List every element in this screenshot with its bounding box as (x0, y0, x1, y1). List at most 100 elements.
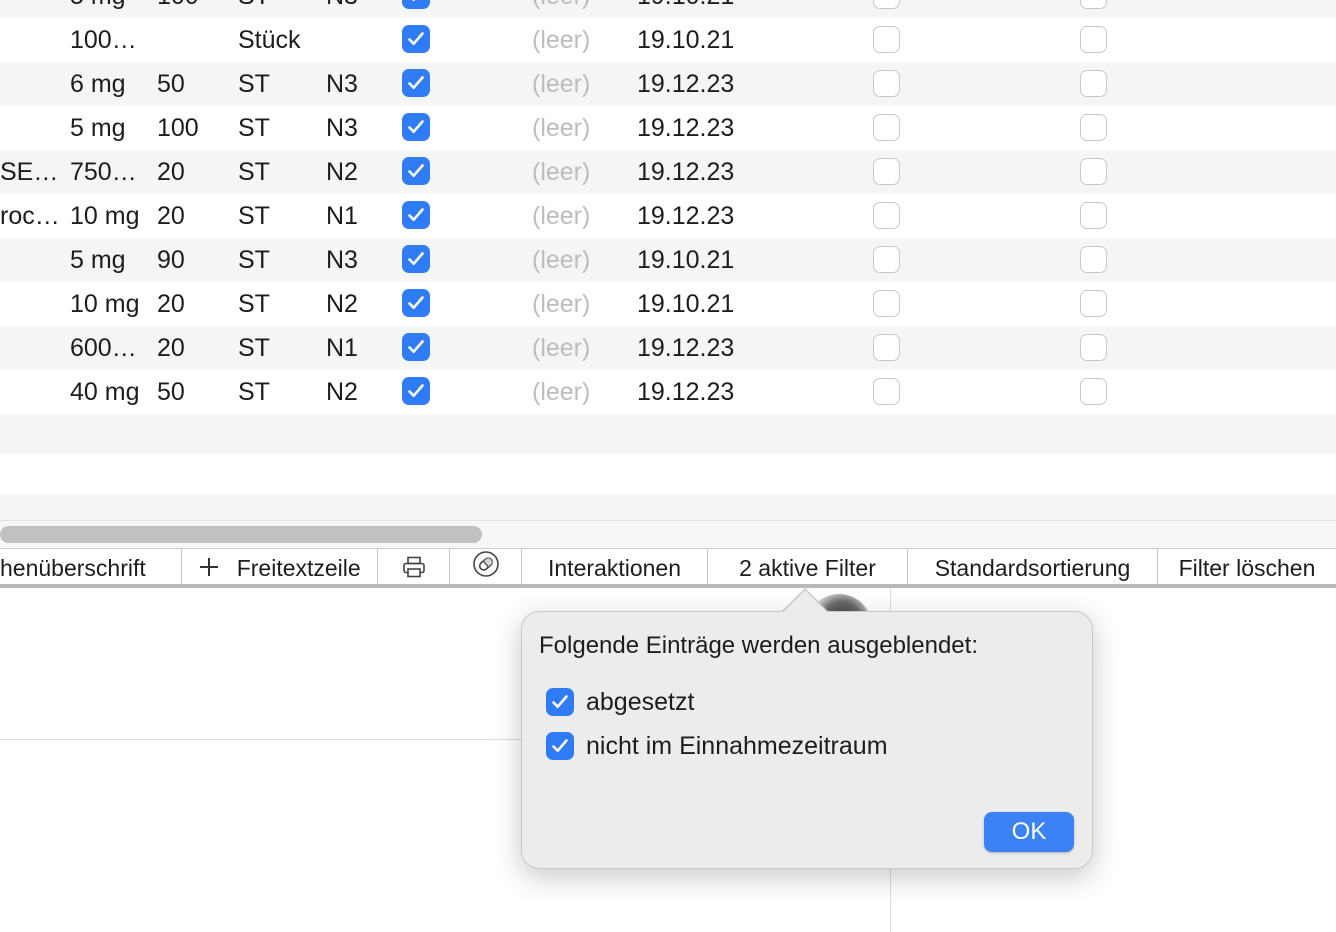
cell-strength: 10 mg (70, 202, 140, 230)
clear-filter-button[interactable]: Filter löschen (1158, 549, 1336, 585)
row-active-checkbox[interactable] (402, 377, 430, 405)
table-row[interactable]: SE… 750… 20 ST N2 (leer) 19.12.23 (0, 150, 1336, 194)
cell-norm (326, 18, 386, 62)
row-active-checkbox[interactable] (402, 113, 430, 141)
table-row[interactable]: 5 mg 90 ST N3 (leer) 19.10.21 (0, 238, 1336, 282)
cell-date: 19.12.23 (637, 202, 735, 230)
cell-norm: N3 (326, 70, 358, 98)
table-row[interactable]: 5 mg 100 ST N3 (leer) 19.12.23 (0, 106, 1336, 150)
row-checkbox-1[interactable] (873, 202, 900, 229)
row-active-checkbox[interactable] (402, 245, 430, 273)
row-checkbox-2[interactable] (1080, 378, 1107, 405)
filter-option-label: abgesetzt (586, 688, 695, 716)
filter-checkbox-abgesetzt[interactable] (546, 688, 574, 716)
row-active-checkbox[interactable] (402, 289, 430, 317)
cell-name (0, 106, 66, 150)
row-active-checkbox[interactable] (402, 69, 430, 97)
check-icon (408, 296, 424, 309)
cell-name (0, 282, 66, 326)
cell-qty: 20 (157, 202, 185, 230)
medication-check-button[interactable] (450, 549, 522, 585)
cell-name (0, 18, 66, 62)
cell-empty-value: (leer) (532, 158, 591, 186)
check-icon (408, 120, 424, 133)
cell-qty: 100 (157, 0, 227, 18)
active-filters-button[interactable]: 2 aktive Filter (708, 549, 908, 585)
row-checkbox-1[interactable] (873, 158, 900, 185)
cell-qty: 100 (157, 114, 199, 142)
ok-button[interactable]: OK (984, 812, 1074, 852)
cell-name (0, 238, 66, 282)
filter-checkbox-einnahmezeitraum[interactable] (546, 732, 574, 760)
check-icon (552, 695, 568, 708)
printer-icon (402, 551, 426, 585)
row-checkbox-2[interactable] (1080, 0, 1107, 9)
row-checkbox-2[interactable] (1080, 246, 1107, 273)
row-checkbox-1[interactable] (873, 334, 900, 361)
standard-sort-button[interactable]: Standardsortierung (908, 549, 1158, 585)
cell-qty (157, 18, 227, 62)
horizontal-scrollbar-thumb[interactable] (0, 526, 482, 543)
check-icon (552, 739, 568, 752)
cell-strength: 10 mg (70, 290, 140, 318)
cell-empty-value: (leer) (532, 378, 591, 406)
row-checkbox-1[interactable] (873, 378, 900, 405)
row-checkbox-1[interactable] (873, 0, 900, 9)
cell-unit: Stück (238, 26, 301, 54)
cell-qty: 50 (157, 378, 185, 406)
check-icon (408, 208, 424, 221)
cell-norm: N2 (326, 290, 358, 318)
cell-name (0, 370, 66, 414)
row-checkbox-2[interactable] (1080, 158, 1107, 185)
cell-empty-value: (leer) (532, 26, 591, 54)
cell-norm: N1 (326, 202, 358, 230)
row-checkbox-2[interactable] (1080, 334, 1107, 361)
row-active-checkbox[interactable] (402, 333, 430, 361)
filter-popover: Folgende Einträge werden ausgeblendet: a… (521, 611, 1093, 869)
cell-empty-value: (leer) (532, 0, 622, 18)
interactions-button[interactable]: Interaktionen (522, 549, 708, 585)
row-checkbox-1[interactable] (873, 246, 900, 273)
row-checkbox-1[interactable] (873, 290, 900, 317)
row-active-checkbox[interactable] (402, 0, 430, 9)
freetext-line-button[interactable]: Freitextzeile (182, 549, 378, 585)
table-row[interactable]: 600… 20 ST N1 (leer) 19.12.23 (0, 326, 1336, 370)
cell-strength: 6 mg (70, 70, 126, 98)
row-active-checkbox[interactable] (402, 25, 430, 53)
row-active-checkbox[interactable] (402, 157, 430, 185)
pill-icon (472, 550, 500, 585)
cell-unit: ST (238, 290, 270, 318)
print-button[interactable] (378, 549, 450, 585)
table-row[interactable]: 6 mg 50 ST N3 (leer) 19.12.23 (0, 62, 1336, 106)
cell-date: 19.10.21 (637, 246, 735, 274)
row-checkbox-2[interactable] (1080, 70, 1107, 97)
table-row[interactable]: 10 mg 20 ST N2 (leer) 19.10.21 (0, 282, 1336, 326)
heading-button[interactable]: henüberschrift (0, 549, 182, 585)
row-checkbox-1[interactable] (873, 26, 900, 53)
row-checkbox-1[interactable] (873, 114, 900, 141)
cell-unit: ST (238, 334, 270, 362)
cell-qty: 50 (157, 70, 185, 98)
table-row[interactable]: 40 mg 50 ST N2 (leer) 19.12.23 (0, 370, 1336, 414)
cell-date: 19.12.23 (637, 334, 735, 362)
cell-date: 19.12.23 (637, 158, 735, 186)
cell-date: 19.12.23 (637, 114, 735, 142)
cell-norm: N3 (326, 246, 358, 274)
row-active-checkbox[interactable] (402, 201, 430, 229)
cell-unit: ST (238, 158, 270, 186)
cell-strength: 600… (70, 334, 137, 362)
row-checkbox-2[interactable] (1080, 26, 1107, 53)
check-icon (408, 384, 424, 397)
cell-date: 19.10.21 (637, 26, 735, 54)
cell-name (0, 62, 66, 106)
table-row[interactable]: roc… 10 mg 20 ST N1 (leer) 19.12.23 (0, 194, 1336, 238)
row-checkbox-2[interactable] (1080, 290, 1107, 317)
table-row[interactable]: 5 mg 100 ST N3 (leer) 19.10.21 (0, 0, 1336, 18)
row-checkbox-2[interactable] (1080, 114, 1107, 141)
popover-arrow (783, 590, 827, 612)
row-checkbox-2[interactable] (1080, 202, 1107, 229)
row-checkbox-1[interactable] (873, 70, 900, 97)
cell-qty: 90 (157, 246, 185, 274)
table-row[interactable]: 100… Stück (leer) 19.10.21 (0, 18, 1336, 62)
check-icon (408, 164, 424, 177)
